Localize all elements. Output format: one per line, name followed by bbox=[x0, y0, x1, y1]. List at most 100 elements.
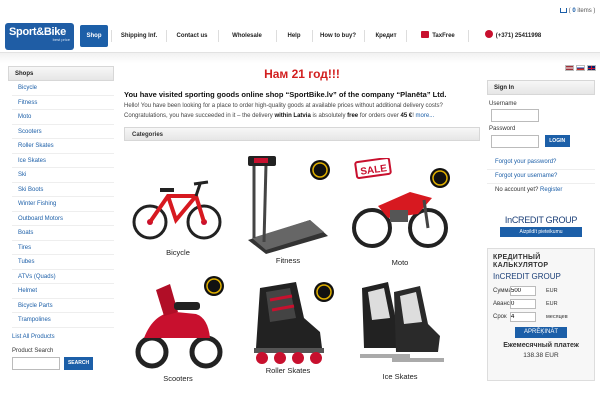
cart-items-label: items bbox=[577, 8, 592, 14]
no-account-text: No account yet? bbox=[495, 186, 539, 193]
category-label: Roller Skates bbox=[265, 366, 311, 375]
calculator-brand: InCREDIT GROUP bbox=[493, 271, 561, 281]
intro-text: Hello! You have been looking for a place… bbox=[124, 102, 480, 121]
category-ice-skates[interactable]: Ice Skates bbox=[350, 274, 450, 381]
language-switcher bbox=[565, 65, 596, 71]
sidebar-item-label: Scooters bbox=[18, 128, 42, 135]
nav-credit[interactable]: Кредит bbox=[368, 25, 404, 47]
advance-unit: EUR bbox=[546, 301, 558, 307]
username-input[interactable] bbox=[491, 109, 539, 122]
sidebar-item[interactable]: Tubes bbox=[12, 255, 114, 270]
advance-input[interactable] bbox=[510, 299, 536, 309]
intro-bold-3: 45 € bbox=[400, 112, 413, 119]
incredit-banner[interactable]: InCREDIT GROUP Aizpildīt pieteikumu bbox=[487, 215, 595, 243]
sidebar-item[interactable]: Ice Skates bbox=[12, 154, 114, 168]
taxfree-icon bbox=[421, 31, 430, 38]
password-input[interactable] bbox=[491, 134, 539, 148]
category-label: Bicycle bbox=[166, 248, 190, 257]
sidebar-item[interactable]: Boats bbox=[12, 226, 114, 241]
nav-wholesale[interactable]: Wholesale bbox=[221, 25, 273, 47]
sidebar-item-label: Winter Fishing bbox=[18, 201, 57, 207]
sidebar-item[interactable]: Scooters bbox=[12, 125, 114, 139]
product-search-input[interactable] bbox=[12, 356, 60, 370]
main-content: Нам 21 год!!! You have visited sporting … bbox=[124, 66, 480, 141]
nav-help[interactable]: Help bbox=[279, 25, 309, 47]
product-search-label: Product Search bbox=[12, 347, 54, 354]
register-link[interactable]: Register bbox=[540, 187, 562, 193]
sidebar-item[interactable]: Bicycle bbox=[12, 81, 114, 96]
nav-shipping[interactable]: Shipping Inf. bbox=[114, 25, 164, 47]
password-label: Password bbox=[489, 126, 516, 132]
sidebar-item[interactable]: Tires bbox=[12, 241, 114, 255]
nav-divider bbox=[406, 30, 407, 42]
nav-how-to-buy[interactable]: How to buy? bbox=[315, 25, 361, 47]
forgot-password-link[interactable]: Forgot your password? bbox=[487, 156, 595, 170]
promo-heading: Нам 21 год!!! bbox=[264, 67, 340, 81]
motorcycle-image: SALE bbox=[352, 158, 450, 248]
sidebar-item[interactable]: Trampolines bbox=[12, 313, 114, 328]
nav-phone-label: (+371) 25411998 bbox=[495, 33, 542, 39]
nav-contact[interactable]: Contact us bbox=[169, 25, 215, 47]
nav-taxfree[interactable]: TaxFree bbox=[412, 25, 464, 47]
nav-shop-label: Shop bbox=[86, 33, 102, 39]
cart-summary[interactable]: ( 0 items ) bbox=[560, 8, 595, 14]
nav-divider bbox=[166, 30, 167, 42]
header-shadow bbox=[0, 53, 600, 63]
list-all-products-link[interactable]: List All Products bbox=[8, 334, 114, 340]
sidebar-item-label: Outboard Motors bbox=[18, 215, 64, 222]
sum-unit: EUR bbox=[546, 288, 558, 294]
sidebar-item[interactable]: Outboard Motors bbox=[12, 212, 114, 226]
category-label: Moto bbox=[391, 258, 409, 267]
monthly-payment-value: 138.38 EUR bbox=[523, 351, 559, 359]
sidebar-title: Shops bbox=[8, 66, 114, 81]
phone-icon bbox=[484, 30, 493, 38]
nav-taxfree-label: TaxFree bbox=[432, 33, 455, 39]
sum-input[interactable] bbox=[510, 286, 536, 296]
ice-skates-image bbox=[360, 282, 444, 362]
calculate-button[interactable]: APRĒĶINĀT bbox=[515, 326, 567, 338]
sidebar-item[interactable]: Ski Boots bbox=[12, 183, 114, 197]
search-button[interactable]: SEARCH bbox=[64, 356, 93, 370]
incredit-brand: InCREDIT GROUP bbox=[504, 214, 578, 225]
product-search-row: SEARCH bbox=[8, 356, 114, 370]
category-scooters[interactable]: Scooters bbox=[130, 272, 226, 383]
sidebar-item[interactable]: Bicycle Parts bbox=[12, 299, 114, 313]
intro-bold-1: within Latvia bbox=[274, 112, 311, 119]
latvian-flag-icon[interactable] bbox=[565, 65, 574, 71]
bicycle-image bbox=[132, 180, 222, 240]
category-bicycle[interactable]: Bicycle bbox=[130, 162, 226, 257]
sidebar-item[interactable]: Moto bbox=[12, 110, 114, 125]
nav-divider bbox=[276, 30, 277, 42]
read-more-link[interactable]: more... bbox=[416, 113, 435, 119]
nav-shop[interactable]: Shop bbox=[80, 25, 108, 47]
username-label: Username bbox=[489, 101, 517, 107]
russian-flag-icon[interactable] bbox=[576, 65, 585, 71]
forgot-username-link[interactable]: Forgot your username? bbox=[487, 170, 595, 184]
sidebar-item[interactable]: Helmet bbox=[12, 284, 114, 299]
login-title: Sign In bbox=[487, 80, 595, 95]
apply-credit-button[interactable]: Aizpildīt pieteikumu bbox=[500, 226, 582, 237]
sidebar-item[interactable]: Roller Skates bbox=[12, 139, 114, 154]
sidebar-item[interactable]: Winter Fishing bbox=[12, 197, 114, 212]
category-fitness[interactable]: Fitness bbox=[240, 150, 336, 265]
site-logo[interactable]: Sport&Bike best price bbox=[5, 23, 74, 50]
sidebar-item[interactable]: Fitness bbox=[12, 96, 114, 110]
nav-phone[interactable]: (+371) 25411998 bbox=[476, 25, 550, 47]
nav-credit-label: Кредит bbox=[375, 33, 397, 39]
english-flag-icon[interactable] bbox=[587, 65, 596, 71]
sidebar-item[interactable]: Ski bbox=[12, 168, 114, 183]
login-button[interactable]: LOGIN bbox=[544, 135, 570, 147]
category-moto[interactable]: SALE Moto bbox=[348, 158, 452, 267]
main-nav: Shop Shipping Inf. Contact us Wholesale … bbox=[78, 25, 598, 47]
sidebar-item[interactable]: ATVs (Quads) bbox=[12, 270, 114, 284]
sidebar-item-label: Fitness bbox=[18, 99, 38, 106]
term-input[interactable] bbox=[510, 312, 536, 322]
sidebar-item-label: Ski Boots bbox=[18, 186, 44, 193]
sidebar-item-label: Helmet bbox=[18, 288, 38, 294]
login-links: Forgot your password? Forgot your userna… bbox=[487, 156, 595, 197]
category-label: Fitness bbox=[275, 256, 301, 265]
category-roller-skates[interactable]: Roller Skates bbox=[240, 278, 336, 375]
right-sidebar: Sign In Username Password LOGIN Forgot y… bbox=[487, 80, 595, 381]
nav-divider bbox=[364, 30, 365, 42]
sidebar-item-label: Trampolines bbox=[18, 317, 51, 323]
